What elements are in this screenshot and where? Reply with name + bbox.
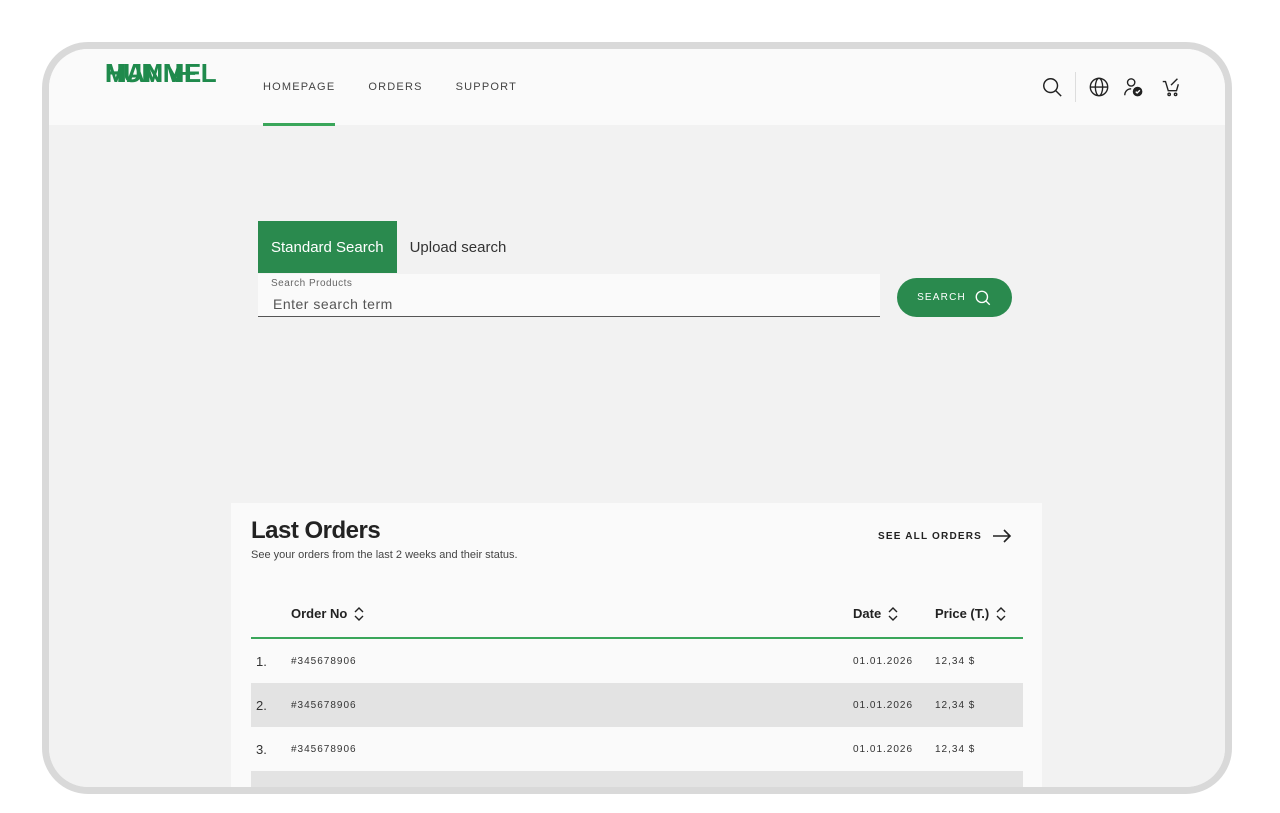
search-field-label: Search Products bbox=[271, 278, 353, 289]
row-date: 01.01.2026 bbox=[853, 743, 914, 755]
row-index: 3. bbox=[256, 741, 267, 757]
last-orders-card: Last Orders See your orders from the las… bbox=[231, 503, 1042, 787]
search-input[interactable] bbox=[271, 294, 865, 314]
row-order-no: #345678906 bbox=[291, 699, 357, 711]
table-row[interactable]: 3. #345678906 01.01.2026 12,34 $ bbox=[251, 727, 1023, 771]
row-price: 12,34 $ bbox=[935, 743, 976, 755]
search-tabs: Standard Search Upload search bbox=[258, 221, 519, 273]
sort-icon bbox=[354, 606, 364, 621]
column-order-no[interactable]: Order No bbox=[291, 606, 365, 621]
sort-icon bbox=[888, 606, 898, 621]
table-row[interactable] bbox=[251, 771, 1023, 787]
table-row[interactable]: 1. #345678906 01.01.2026 12,34 $ bbox=[251, 639, 1023, 683]
app-screen: MANN+ HUMMEL HOMEPAGE ORDERS SUPPORT Sta… bbox=[49, 49, 1225, 787]
row-price: 12,34 $ bbox=[935, 655, 976, 667]
column-price[interactable]: Price (T.) bbox=[935, 606, 1007, 621]
nav-item-orders[interactable]: ORDERS bbox=[368, 49, 422, 125]
row-date: 01.01.2026 bbox=[853, 655, 914, 667]
row-order-no: #345678906 bbox=[291, 743, 357, 755]
see-all-orders-link[interactable]: SEE ALL ORDERS bbox=[878, 529, 1012, 543]
top-header: MANN+ HUMMEL HOMEPAGE ORDERS SUPPORT bbox=[49, 49, 1225, 126]
tab-upload-search[interactable]: Upload search bbox=[397, 221, 520, 273]
tab-standard-search[interactable]: Standard Search bbox=[258, 221, 397, 273]
row-index: 1. bbox=[256, 653, 267, 669]
search-button-icon bbox=[975, 290, 991, 305]
search-products-field[interactable]: Search Products bbox=[258, 274, 880, 317]
nav-item-support[interactable]: SUPPORT bbox=[456, 49, 517, 125]
last-orders-title: Last Orders bbox=[251, 517, 381, 544]
header-divider bbox=[1075, 72, 1076, 102]
see-all-orders-label: SEE ALL ORDERS bbox=[878, 530, 983, 542]
row-date: 01.01.2026 bbox=[853, 699, 914, 711]
search-button[interactable]: SEARCH bbox=[897, 278, 1012, 317]
search-icon[interactable] bbox=[1039, 74, 1065, 100]
header-actions bbox=[1039, 49, 1184, 125]
user-check-icon[interactable] bbox=[1120, 74, 1146, 100]
device-frame: MANN+ HUMMEL HOMEPAGE ORDERS SUPPORT Sta… bbox=[42, 42, 1232, 794]
sort-icon bbox=[996, 606, 1006, 621]
row-index: 2. bbox=[256, 697, 267, 713]
orders-table-header: Order No Date Price (T.) bbox=[251, 593, 1023, 639]
last-orders-subtitle: See your orders from the last 2 weeks an… bbox=[251, 549, 518, 561]
row-price: 12,34 $ bbox=[935, 699, 976, 711]
arrow-right-icon bbox=[993, 529, 1012, 543]
globe-icon[interactable] bbox=[1086, 74, 1112, 100]
nav-item-homepage[interactable]: HOMEPAGE bbox=[263, 49, 336, 126]
search-button-label: SEARCH bbox=[917, 292, 966, 303]
column-price-label: Price (T.) bbox=[935, 606, 990, 621]
column-date[interactable]: Date bbox=[853, 606, 899, 621]
row-order-no: #345678906 bbox=[291, 655, 357, 667]
main-nav: HOMEPAGE ORDERS SUPPORT bbox=[263, 49, 550, 126]
column-date-label: Date bbox=[853, 606, 882, 621]
table-row[interactable]: 2. #345678906 01.01.2026 12,34 $ bbox=[251, 683, 1023, 727]
cart-icon[interactable] bbox=[1158, 74, 1184, 100]
column-order-no-label: Order No bbox=[291, 606, 348, 621]
